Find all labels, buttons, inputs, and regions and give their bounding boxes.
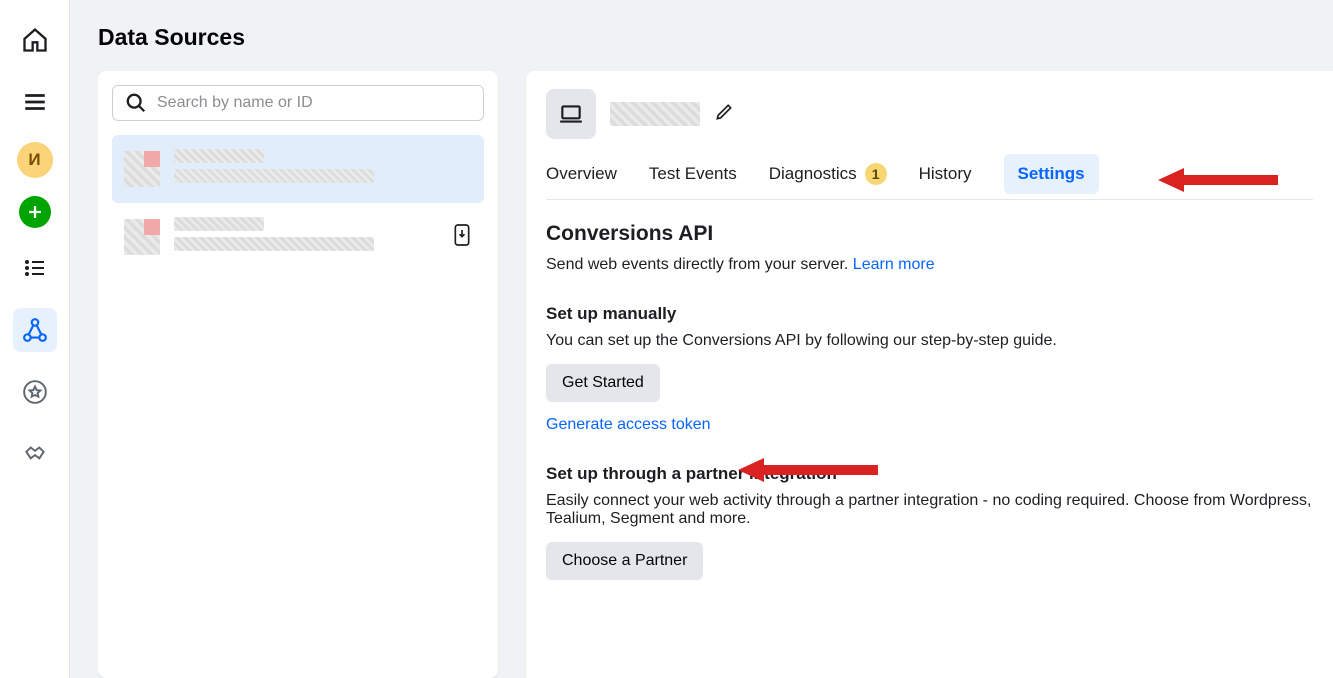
source-name-redacted	[174, 149, 264, 163]
laptop-icon	[558, 101, 584, 127]
source-type-badge	[546, 89, 596, 139]
home-icon	[21, 26, 49, 54]
tab-bar: Overview Test Events Diagnostics 1 Histo…	[546, 163, 1313, 200]
nav-data-sources[interactable]	[13, 308, 57, 352]
choose-partner-button[interactable]: Choose a Partner	[546, 542, 703, 580]
page-title: Data Sources	[98, 24, 1333, 51]
generate-token-link[interactable]: Generate access token	[546, 416, 711, 433]
detail-panel: Overview Test Events Diagnostics 1 Histo…	[526, 71, 1333, 678]
tab-overview[interactable]: Overview	[546, 164, 617, 184]
plus-icon	[26, 203, 44, 221]
nav-list[interactable]	[13, 246, 57, 290]
manual-desc: You can set up the Conversions API by fo…	[546, 332, 1313, 350]
learn-more-link[interactable]: Learn more	[853, 256, 935, 273]
list-icon	[23, 256, 47, 280]
get-started-button[interactable]: Get Started	[546, 364, 660, 402]
sources-panel	[98, 71, 498, 678]
source-id-redacted	[174, 237, 374, 251]
source-item[interactable]	[112, 135, 484, 203]
left-nav: И	[0, 0, 70, 678]
partner-desc: Easily connect your web activity through…	[546, 492, 1313, 528]
nav-menu[interactable]	[13, 80, 57, 124]
source-title-redacted	[610, 102, 700, 126]
nav-partners[interactable]	[13, 432, 57, 476]
search-container	[112, 85, 484, 121]
tab-history[interactable]: History	[919, 164, 972, 184]
conversions-title: Conversions API	[546, 222, 1313, 246]
handshake-icon	[22, 441, 48, 467]
source-item[interactable]	[112, 203, 484, 271]
pencil-icon	[714, 102, 734, 122]
star-circle-icon	[22, 379, 48, 405]
tab-diagnostics[interactable]: Diagnostics 1	[769, 163, 887, 185]
tab-settings[interactable]: Settings	[1004, 154, 1099, 194]
tab-test-events[interactable]: Test Events	[649, 164, 737, 184]
nav-add-button[interactable]	[19, 196, 51, 228]
share-icon	[22, 317, 48, 343]
edit-button[interactable]	[714, 102, 734, 127]
source-thumbnail	[124, 151, 160, 187]
search-input[interactable]	[157, 94, 471, 112]
source-name-redacted	[174, 217, 264, 231]
nav-favorites[interactable]	[13, 370, 57, 414]
conversions-desc: Send web events directly from your serve…	[546, 256, 1313, 274]
tab-label: Diagnostics	[769, 164, 857, 184]
hamburger-icon	[22, 89, 48, 115]
partner-title: Set up through a partner integration	[546, 464, 1313, 484]
nav-avatar[interactable]: И	[17, 142, 53, 178]
diagnostics-badge: 1	[865, 163, 887, 185]
search-icon	[125, 92, 147, 114]
download-icon[interactable]	[452, 223, 472, 252]
nav-home[interactable]	[13, 18, 57, 62]
source-id-redacted	[174, 169, 374, 183]
manual-title: Set up manually	[546, 304, 1313, 324]
source-thumbnail	[124, 219, 160, 255]
